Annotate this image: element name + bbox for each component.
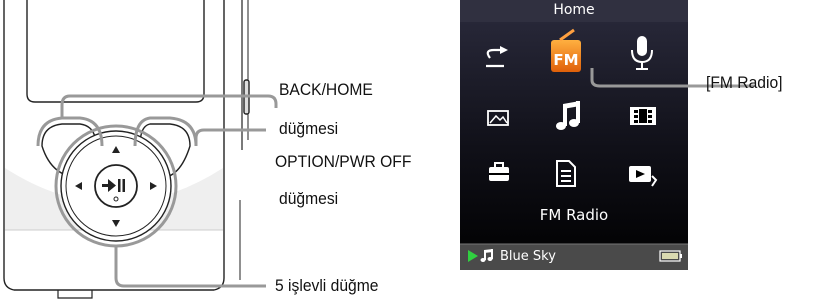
status-bar [460, 244, 688, 270]
five-way-label: 5 işlevli düğme [275, 276, 379, 295]
option-label: OPTION/PWR OFF [275, 152, 412, 171]
fm-radio-label: [FM Radio] [706, 73, 783, 92]
fm-icon-label: FM [553, 51, 578, 69]
selected-menu-caption: FM Radio [539, 206, 609, 224]
option-sublabel: düğmesi [279, 189, 339, 208]
back-home-label: BACK/HOME [279, 80, 373, 99]
device-screen [26, 0, 205, 103]
screen-title: Home [553, 2, 595, 18]
now-playing-title: Blue Sky [500, 249, 556, 264]
back-home-sublabel: düğmesi [279, 119, 339, 138]
film-icon [630, 107, 656, 125]
